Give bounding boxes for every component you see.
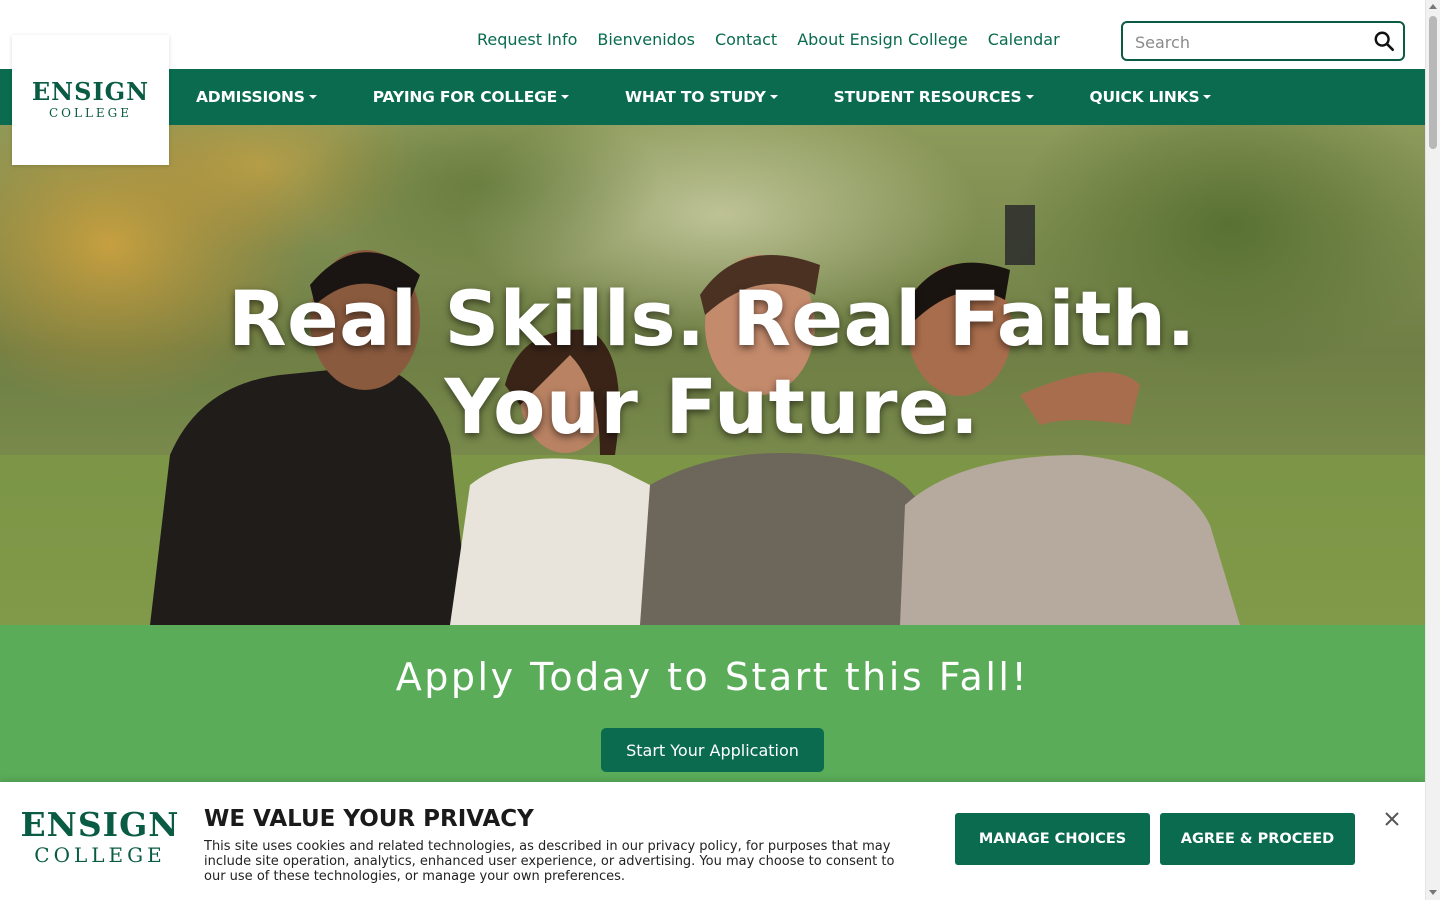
privacy-body: This site uses cookies and related techn… [204, 839, 895, 884]
hero-title: Real Skills. Real Faith. Your Future. [228, 274, 1196, 451]
nav-what-to-study[interactable]: WHAT TO STUDY [597, 88, 806, 106]
link-bienvenidos[interactable]: Bienvenidos [587, 28, 705, 52]
page-scrollbar[interactable] [1425, 0, 1440, 900]
close-icon[interactable] [1382, 809, 1402, 829]
site-logo[interactable]: ENSIGN COLLEGE [12, 35, 169, 165]
nav-student-resources[interactable]: STUDENT RESOURCES [806, 88, 1062, 106]
caret-down-icon [308, 95, 317, 99]
link-calendar[interactable]: Calendar [978, 28, 1070, 52]
search-box [1121, 21, 1405, 61]
nav-label: PAYING FOR COLLEGE [372, 88, 557, 106]
nav-admissions[interactable]: ADMISSIONS [168, 88, 345, 106]
caret-down-icon [1025, 95, 1034, 99]
privacy-logo-college: COLLEGE [34, 843, 166, 867]
logo-ensign-text: ENSIGN [31, 77, 150, 106]
manage-choices-button[interactable]: MANAGE CHOICES [955, 813, 1150, 865]
privacy-logo-ensign: ENSIGN [20, 805, 180, 844]
privacy-banner: ENSIGN COLLEGE WE VALUE YOUR PRIVACY Thi… [0, 782, 1425, 900]
apply-band: Apply Today to Start this Fall! Start Yo… [0, 625, 1425, 782]
search-input[interactable] [1135, 31, 1367, 53]
start-application-button[interactable]: Start Your Application [601, 728, 824, 772]
nav-quick-links[interactable]: QUICK LINKS [1062, 88, 1240, 106]
privacy-logo: ENSIGN COLLEGE [10, 805, 190, 867]
scrollbar-thumb[interactable] [1429, 16, 1437, 149]
link-about[interactable]: About Ensign College [787, 28, 978, 52]
logo-college-text: COLLEGE [48, 106, 133, 120]
apply-title: Apply Today to Start this Fall! [395, 655, 1030, 699]
utility-links: Request Info Bienvenidos Contact About E… [467, 28, 1070, 52]
utility-nav: Request Info Bienvenidos Contact About E… [0, 0, 1425, 69]
link-contact[interactable]: Contact [705, 28, 787, 52]
scroll-down-arrow-icon[interactable] [1429, 890, 1437, 895]
caret-down-icon [769, 95, 778, 99]
caret-down-icon [1203, 95, 1212, 99]
privacy-title: WE VALUE YOUR PRIVACY [204, 806, 534, 832]
caret-down-icon [561, 95, 569, 99]
nav-label: WHAT TO STUDY [625, 88, 766, 106]
hero-banner: Real Skills. Real Faith. Your Future. [0, 125, 1425, 625]
main-nav: ADMISSIONS PAYING FOR COLLEGE WHAT TO ST… [0, 69, 1425, 125]
nav-paying-for-college[interactable]: PAYING FOR COLLEGE [345, 88, 597, 106]
search-icon[interactable] [1373, 30, 1395, 52]
link-request-info[interactable]: Request Info [467, 28, 587, 52]
scroll-up-arrow-icon[interactable] [1429, 4, 1437, 9]
agree-proceed-button[interactable]: AGREE & PROCEED [1160, 813, 1355, 865]
nav-label: ADMISSIONS [196, 88, 305, 106]
nav-label: QUICK LINKS [1089, 88, 1200, 106]
nav-label: STUDENT RESOURCES [833, 88, 1022, 106]
